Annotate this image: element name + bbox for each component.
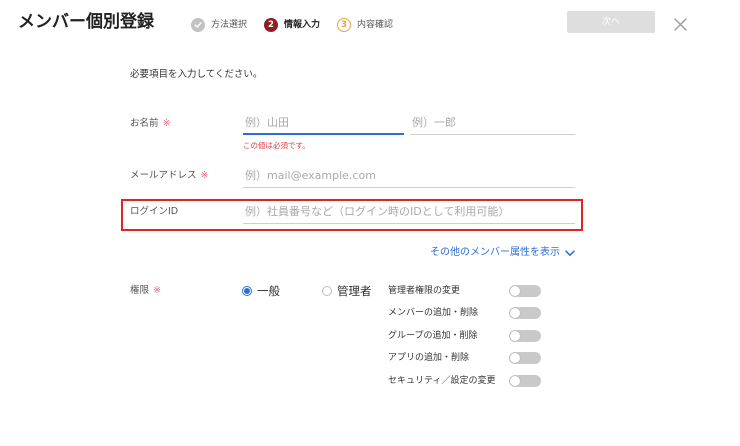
email-input[interactable] [243, 164, 575, 188]
name-label-text: お名前 [130, 118, 159, 129]
toggle-switch-admin-rights[interactable] [509, 285, 541, 297]
toggle-switch-group-manage[interactable] [509, 330, 541, 342]
email-label-text: メールアドレス [130, 170, 197, 181]
required-mark: ※ [153, 285, 161, 296]
chevron-down-icon [565, 249, 575, 257]
form-instruction: 必要項目を入力してください。 [130, 69, 263, 80]
radio-option-general-label: 一般 [257, 284, 280, 298]
name-error-message: この値は必須です。 [243, 141, 310, 150]
toggle-knob [510, 376, 520, 386]
step-1-label: 方法選択 [211, 20, 248, 30]
toggle-switch-security-settings[interactable] [509, 375, 541, 387]
next-button[interactable]: 次へ [567, 11, 655, 33]
toggle-label-admin-rights: 管理者権限の変更 [388, 286, 461, 296]
toggle-label-security-settings: セキュリティ／設定の変更 [388, 376, 496, 386]
login-id-input[interactable] [243, 200, 575, 224]
step-2-label: 情報入力 [284, 20, 321, 30]
check-circle-icon [191, 18, 205, 32]
required-mark: ※ [200, 170, 209, 181]
toggle-switch-app-manage[interactable] [509, 352, 541, 364]
email-label: メールアドレス ※ [130, 170, 208, 182]
login-id-label: ログインID [130, 206, 179, 217]
step-3-number: 3 [337, 18, 351, 32]
name-label: お名前 ※ [130, 118, 170, 130]
toggle-switch-member-manage[interactable] [509, 307, 541, 319]
last-name-input[interactable] [243, 111, 404, 135]
step-3-label: 内容確認 [357, 20, 394, 30]
toggle-label-group-manage: グループの追加・削除 [388, 331, 478, 341]
close-icon[interactable] [674, 16, 687, 31]
toggle-knob [510, 331, 520, 341]
required-mark: ※ [162, 118, 171, 129]
toggle-label-member-manage: メンバーの追加・削除 [388, 308, 479, 318]
dialog-title: メンバー個別登録 [18, 12, 154, 32]
first-name-input[interactable] [410, 111, 575, 135]
radio-button[interactable] [322, 286, 332, 296]
permission-label: 権限 ※ [130, 285, 161, 297]
step-2-number: 2 [264, 18, 278, 32]
toggle-knob [510, 308, 520, 318]
toggle-knob [510, 353, 520, 363]
radio-option-admin-label: 管理者 [337, 284, 372, 298]
show-more-attributes-link[interactable]: その他のメンバー属性を表示 [430, 247, 575, 259]
toggle-label-app-manage: アプリの追加・削除 [388, 353, 470, 363]
radio-button[interactable] [242, 286, 252, 296]
toggle-knob [510, 286, 520, 296]
permission-label-text: 権限 [130, 285, 150, 296]
radio-option-admin[interactable]: 管理者 [322, 283, 372, 299]
show-more-attributes-label: その他のメンバー属性を表示 [430, 247, 560, 258]
radio-option-general[interactable]: 一般 [242, 283, 280, 299]
